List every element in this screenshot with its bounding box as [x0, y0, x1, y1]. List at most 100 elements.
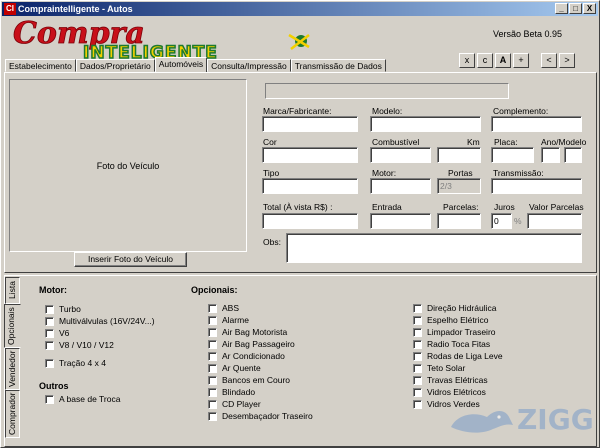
checkbox-box[interactable] [413, 315, 422, 325]
add-button[interactable]: + [513, 53, 529, 68]
checkbox-opcional[interactable]: Alarme [208, 315, 249, 325]
modelo-field[interactable] [370, 116, 481, 132]
checkbox-opcional[interactable]: Air Bag Passageiro [208, 339, 295, 349]
valor-parcelas-label: Valor Parcelas [529, 202, 584, 212]
title-bar[interactable]: CI Compraintelligente - Autos _ □ X [2, 2, 598, 16]
checkbox-tracao-4x4[interactable]: Tração 4 x 4 [45, 358, 106, 368]
checkbox-box[interactable] [208, 375, 217, 385]
checkbox-box[interactable] [208, 411, 217, 421]
side-tab-lista[interactable]: Lista [5, 277, 20, 304]
transmissao-field[interactable] [491, 178, 582, 194]
checkbox-box[interactable] [413, 363, 422, 373]
vehicle-photo-area[interactable]: Foto do Veículo [9, 79, 247, 252]
checkbox-box[interactable] [413, 387, 422, 397]
obs-field[interactable] [286, 233, 582, 263]
checkbox-opcional[interactable]: Radio Toca Fitas [413, 339, 490, 349]
close-button[interactable]: X [583, 3, 596, 14]
checkbox-box[interactable] [413, 303, 422, 313]
checkbox-label: Travas Elétricas [427, 375, 488, 385]
placa-field[interactable] [491, 147, 534, 163]
checkbox-opcional[interactable]: Direção Hidráulica [413, 303, 496, 313]
entrada-field[interactable] [370, 213, 431, 229]
motor-field[interactable] [370, 178, 431, 194]
edit-button[interactable]: A [495, 53, 511, 68]
checkbox-box[interactable] [208, 327, 217, 337]
checkbox-label: Rodas de Liga Leve [427, 351, 503, 361]
checkbox-box[interactable] [45, 328, 54, 338]
checkbox-v8-v10-v12[interactable]: V8 / V10 / V12 [45, 340, 114, 350]
checkbox-opcional[interactable]: Espelho Elétrico [413, 315, 488, 325]
entrada-label: Entrada [372, 202, 402, 212]
juros-field[interactable]: 0 [491, 213, 512, 229]
tipo-field[interactable] [262, 178, 358, 194]
checkbox-box[interactable] [413, 339, 422, 349]
checkbox-box[interactable] [208, 363, 217, 373]
checkbox-opcional[interactable]: Teto Solar [413, 363, 465, 373]
checkbox-opcional[interactable]: Air Bag Motorista [208, 327, 287, 337]
km-field[interactable] [437, 147, 481, 163]
checkbox-opcional[interactable]: Desembaçador Traseiro [208, 411, 313, 421]
vehicle-photo-label: Foto do Veículo [96, 160, 160, 171]
checkbox-box[interactable] [208, 351, 217, 361]
checkbox-box[interactable] [45, 340, 54, 350]
side-tab-opcionais[interactable]: Opcionais [4, 304, 21, 348]
checkbox-box[interactable] [413, 399, 422, 409]
checkbox-box[interactable] [45, 316, 54, 326]
checkbox-box[interactable] [45, 304, 54, 314]
checkbox-opcional[interactable]: Ar Quente [208, 363, 261, 373]
tab-estabelecimento[interactable]: Estabelecimento [5, 59, 76, 72]
side-tab-vendedor[interactable]: Vendedor [5, 348, 20, 390]
portas-field[interactable]: 2/3 [437, 178, 481, 194]
motor-label: Motor: [372, 168, 397, 178]
side-tab-comprador[interactable]: Comprador [5, 390, 20, 438]
complemento-field[interactable] [491, 116, 582, 132]
marca-field[interactable] [262, 116, 358, 132]
checkbox-box[interactable] [208, 339, 217, 349]
checkbox-box[interactable] [413, 351, 422, 361]
modelo-label: Modelo: [372, 106, 403, 116]
checkbox-box[interactable] [45, 358, 54, 368]
checkbox-opcional[interactable]: Blindado [208, 387, 255, 397]
checkbox-box[interactable] [208, 399, 217, 409]
minimize-button[interactable]: _ [555, 3, 568, 14]
checkbox-multivalvulas[interactable]: Multiválvulas (16V/24V...) [45, 316, 155, 326]
maximize-button[interactable]: □ [569, 3, 582, 14]
cancel-button[interactable]: c [477, 53, 493, 68]
delete-button[interactable]: x [459, 53, 475, 68]
checkbox-opcional[interactable]: CD Player [208, 399, 261, 409]
checkbox-box[interactable] [208, 315, 217, 325]
tab-dados-proprietario[interactable]: Dados/Proprietário [75, 59, 155, 72]
checkbox-label: Ar Condicionado [222, 351, 285, 361]
combustivel-label: Combustível [372, 137, 420, 147]
modelo-ano-field[interactable] [564, 147, 582, 163]
checkbox-turbo[interactable]: Turbo [45, 304, 81, 314]
record-buttons: x c A + [459, 53, 529, 68]
tab-automoveis[interactable]: Automóveis [154, 57, 208, 72]
checkbox-opcional[interactable]: Travas Elétricas [413, 375, 488, 385]
checkbox-box[interactable] [208, 303, 217, 313]
next-button[interactable]: > [559, 53, 575, 68]
ano-field[interactable] [541, 147, 560, 163]
checkbox-box[interactable] [45, 394, 54, 404]
checkbox-label: Direção Hidráulica [427, 303, 497, 313]
insert-photo-button[interactable]: Inserir Foto do Veículo [74, 252, 187, 267]
parcelas-field[interactable] [437, 213, 481, 229]
valor-parcelas-field[interactable] [527, 213, 582, 229]
tab-transmissao-dados[interactable]: Transmissão de Dados [290, 59, 386, 72]
combustivel-field[interactable] [370, 147, 431, 163]
checkbox-opcional[interactable]: Bancos em Couro [208, 375, 290, 385]
checkbox-box[interactable] [208, 387, 217, 397]
checkbox-box[interactable] [413, 375, 422, 385]
checkbox-opcional[interactable]: ABS [208, 303, 239, 313]
tab-consulta-impressao[interactable]: Consulta/Impressão [207, 59, 291, 72]
cor-field[interactable] [262, 147, 358, 163]
previous-button[interactable]: < [541, 53, 557, 68]
checkbox-label: CD Player [222, 399, 261, 409]
checkbox-opcional[interactable]: Rodas de Liga Leve [413, 351, 503, 361]
total-field[interactable] [262, 213, 358, 229]
checkbox-base-de-troca[interactable]: A base de Troca [45, 394, 120, 404]
checkbox-opcional[interactable]: Limpador Traseiro [413, 327, 496, 337]
checkbox-box[interactable] [413, 327, 422, 337]
checkbox-v6[interactable]: V6 [45, 328, 69, 338]
checkbox-opcional[interactable]: Ar Condicionado [208, 351, 285, 361]
